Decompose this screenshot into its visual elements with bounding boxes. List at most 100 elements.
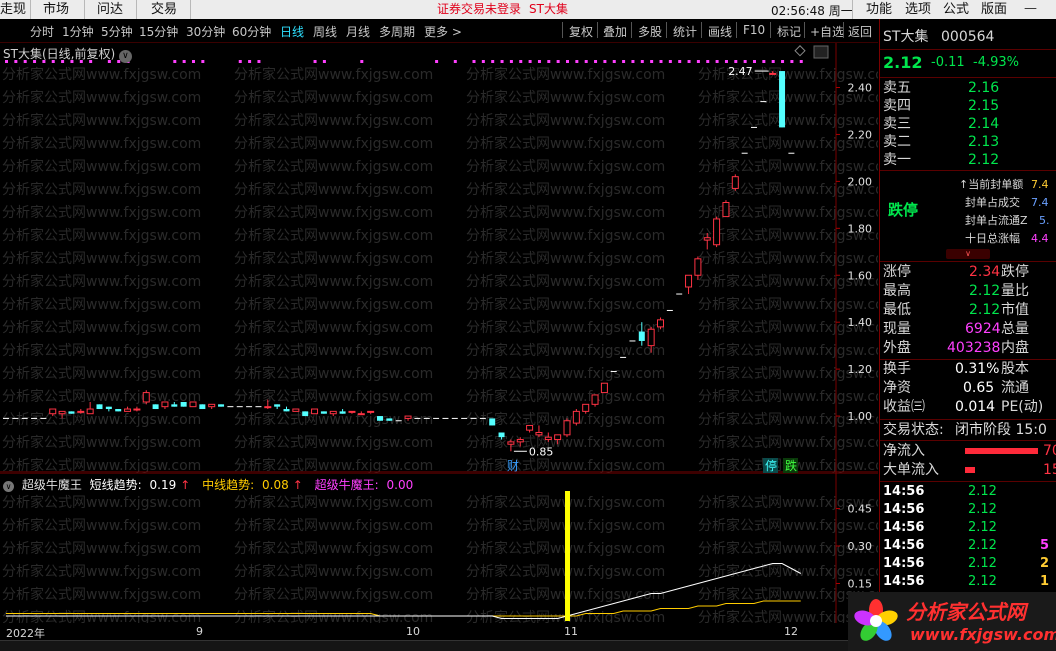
candle-body [535, 431, 543, 436]
watermark-text: 分析家公式网www.fxjgsw.com [234, 540, 433, 557]
period-monthly[interactable]: 月线 [346, 23, 370, 40]
login-notice[interactable]: 证券交易未登录 [437, 2, 521, 17]
stat-value: 0.65 [963, 380, 995, 396]
top-marker [528, 60, 532, 63]
tick-time: 14:56 [883, 502, 925, 517]
stat-value: 0.31% [955, 361, 1000, 377]
flow-row: 净流入 70 [883, 442, 1056, 460]
tool-mark[interactable]: 标记 [777, 23, 801, 40]
candle-body [779, 71, 786, 128]
candlestick-chart[interactable]: 分析家公式网www.fxjgsw.com 分析家公式网www.fxjgsw.com… [0, 43, 878, 473]
tool-fuquan[interactable]: 复权 [569, 23, 593, 40]
candle-body [563, 420, 571, 436]
top-marker [612, 60, 616, 63]
menu-item-market[interactable]: 市场 [43, 1, 69, 18]
menu-item-wenda[interactable]: 问达 [97, 1, 123, 18]
menu-item-discover[interactable]: 走现 [0, 1, 26, 18]
toolbar-separator [736, 22, 737, 38]
top-marker [201, 60, 205, 63]
y-tick-label: 0.30 [848, 540, 873, 553]
menu-item-formula[interactable]: 公式 [943, 1, 969, 18]
period-multi[interactable]: 多周期 [379, 23, 415, 40]
watermark-text: 分析家公式网www.fxjgsw.com [466, 296, 665, 313]
top-marker [575, 60, 579, 63]
horizontal-scrollbar[interactable] [0, 640, 878, 651]
watermark-text: 分析家公式网www.fxjgsw.com [466, 181, 665, 198]
period-daily[interactable]: 日线 [280, 23, 304, 40]
collapse-chevron-icon[interactable]: ∨ [946, 249, 990, 259]
stat-value: 2.12 [969, 283, 1001, 299]
period-fenshi[interactable]: 分时 [30, 23, 54, 40]
menu-item-layout[interactable]: 版面 [981, 1, 1007, 18]
period-15min[interactable]: 15分钟 [139, 23, 178, 40]
tool-overlay[interactable]: 叠加 [603, 23, 627, 40]
candle-body [404, 415, 412, 419]
stat-label: 现量 [883, 321, 911, 337]
king-label-text: 超级牛魔王: [314, 478, 379, 492]
candle-body [526, 424, 534, 431]
indicator-chart[interactable]: 分析家公式网www.fxjgsw.com 分析家公式网www.fxjgsw.com… [0, 473, 878, 623]
watermark-text: 分析家公式网www.fxjgsw.com [234, 66, 433, 83]
tool-add-watchlist[interactable]: +自选 [810, 23, 844, 40]
candle-body [189, 401, 197, 408]
arrow-up-icon: ↑ [292, 478, 303, 492]
y-tick-label: 1.80 [848, 222, 873, 235]
menu-separator [190, 0, 191, 19]
candle-body [600, 382, 608, 394]
top-marker [182, 60, 186, 63]
top-marker [771, 60, 775, 63]
candle-body [171, 404, 178, 407]
menu-item-function[interactable]: 功能 [866, 1, 892, 18]
candle-body [731, 176, 739, 189]
divider [880, 170, 1056, 171]
period-5min[interactable]: 5分钟 [101, 23, 133, 40]
watermark-text: 分析家公式网www.fxjgsw.com [234, 181, 433, 198]
tool-multi-stock[interactable]: 多股 [638, 23, 662, 40]
menu-item-options[interactable]: 选项 [905, 1, 931, 18]
watermark-text: 分析家公式网www.fxjgsw.com [2, 434, 201, 451]
candle-body [591, 394, 599, 405]
seal-label: 封单占流通Z [965, 214, 1028, 227]
y-tick-label: 2.20 [848, 128, 873, 141]
top-marker [248, 60, 252, 63]
top-marker [313, 60, 317, 63]
period-60min[interactable]: 60分钟 [232, 23, 271, 40]
candle-body [199, 404, 206, 410]
chart-title[interactable]: ST大集(日线,前复权) ∨ [3, 45, 132, 63]
tool-draw-line[interactable]: 画线 [708, 23, 732, 40]
tick-row: 14:56 2.12 5 [883, 537, 1053, 555]
chevron-down-icon[interactable]: ∨ [3, 481, 14, 492]
period-1min[interactable]: 1分钟 [62, 23, 94, 40]
tick-row: 14:56 2.12 [883, 501, 1053, 519]
stat-label: 最高 [883, 283, 911, 299]
watermark-text: 分析家公式网www.fxjgsw.com [234, 388, 433, 405]
period-more[interactable]: 更多 > [424, 23, 462, 40]
king-value: 0.00 [386, 478, 414, 492]
watermark-text: 分析家公式网www.fxjgsw.com [2, 158, 201, 175]
ask-label: 卖五 [883, 80, 911, 96]
watermark-text: 分析家公式网www.fxjgsw.com [466, 342, 665, 359]
tool-stats[interactable]: 统计 [673, 23, 697, 40]
menu-item-trade[interactable]: 交易 [151, 1, 177, 18]
top-marker [435, 60, 439, 63]
watermark-text: 分析家公式网www.fxjgsw.com [2, 89, 201, 106]
chevron-down-icon[interactable]: ∨ [118, 50, 132, 63]
tick-volume: 2 [1040, 556, 1050, 571]
candle-body [498, 432, 505, 438]
tick-volume: 5 [1040, 538, 1050, 553]
period-weekly[interactable]: 周线 [313, 23, 337, 40]
tool-f10[interactable]: F10 [743, 23, 765, 37]
tool-back[interactable]: 返回 [848, 23, 872, 40]
period-30min[interactable]: 30分钟 [186, 23, 225, 40]
logo-text: 分析家公式网 [906, 600, 1026, 624]
watermark-text: 分析家公式网www.fxjgsw.com [466, 457, 665, 473]
candle-body [329, 410, 337, 415]
stat-value: 2.12 [969, 302, 1001, 318]
watermark-text: 分析家公式网www.fxjgsw.com [698, 158, 878, 175]
top-marker [687, 60, 691, 63]
watermark-text: 分析家公式网www.fxjgsw.com [698, 342, 878, 359]
indicator-name[interactable]: 超级牛魔王 [22, 478, 82, 492]
minimize-icon[interactable]: — [1024, 1, 1037, 16]
seal-value: 4.4 [1031, 232, 1049, 245]
watermark-text: 分析家公式网www.fxjgsw.com [234, 158, 433, 175]
